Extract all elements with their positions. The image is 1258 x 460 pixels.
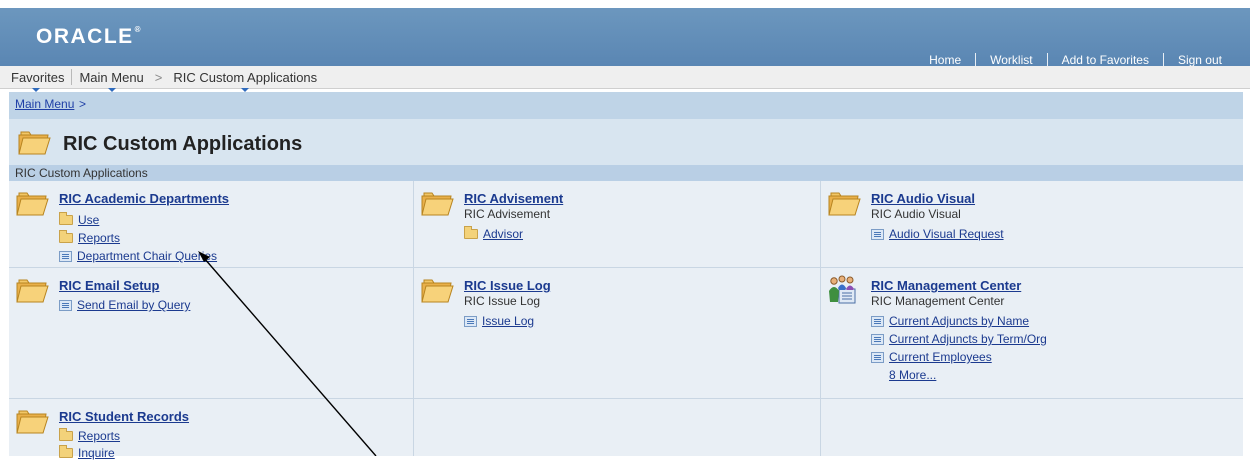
link-audio-visual-request[interactable]: Audio Visual Request — [871, 227, 1004, 241]
breadcrumb: Main Menu > — [9, 92, 1243, 119]
component-icon — [464, 315, 477, 327]
page-title: RIC Custom Applications — [63, 133, 303, 155]
link-current-adjuncts-by-name[interactable]: Current Adjuncts by Name — [871, 314, 1029, 328]
dropdown-indicator-icon — [107, 87, 116, 92]
empty-tile — [821, 399, 1243, 456]
menu-path-separator: > — [154, 69, 163, 85]
component-icon — [871, 333, 884, 345]
tile-title-link[interactable]: RIC Audio Visual — [871, 191, 975, 206]
folder-icon — [59, 428, 73, 441]
people-icon — [829, 275, 856, 304]
link-advisor[interactable]: Advisor — [464, 226, 523, 241]
folder-icon — [828, 192, 861, 216]
more-link[interactable]: 8 More... — [889, 368, 936, 382]
tile-description: RIC Issue Log — [464, 294, 541, 308]
link-send-email-by-query[interactable]: Send Email by Query — [59, 298, 190, 312]
component-icon — [59, 250, 72, 262]
tile-email-setup: RIC Email Setup Send Email by Query — [9, 268, 414, 399]
folder-icon — [421, 192, 454, 216]
link-reports[interactable]: Reports — [59, 230, 120, 245]
page-header: RIC Custom Applications — [9, 119, 1243, 165]
oracle-header-banner: ORACLE® Home Worklist Add to Favorites S… — [0, 8, 1250, 67]
folder-grid: RIC Academic Departments Use Reports Dep… — [9, 181, 1243, 460]
link-reports[interactable]: Reports — [59, 428, 120, 443]
worklist-link[interactable]: Worklist — [976, 53, 1046, 67]
breadcrumb-main-menu-link[interactable]: Main Menu — [15, 97, 74, 111]
folder-icon — [16, 410, 49, 434]
tile-description: RIC Management Center — [871, 294, 1005, 308]
tile-title-link[interactable]: RIC Advisement — [464, 191, 563, 206]
dropdown-indicator-icon — [241, 87, 250, 92]
empty-tile — [414, 399, 821, 456]
tile-title-link[interactable]: RIC Management Center — [871, 278, 1021, 293]
link-current-employees[interactable]: Current Employees — [871, 350, 992, 364]
tile-issue-log: RIC Issue Log RIC Issue Log Issue Log — [414, 268, 821, 399]
oracle-logo: ORACLE® — [36, 25, 141, 48]
tile-description: RIC Audio Visual — [871, 207, 961, 221]
tile-title-link[interactable]: RIC Email Setup — [59, 278, 159, 293]
tile-advisement: RIC Advisement RIC Advisement Advisor — [414, 181, 821, 268]
favorites-menu[interactable]: Favorites — [0, 70, 71, 92]
link-use[interactable]: Use — [59, 212, 99, 227]
tile-academic-departments: RIC Academic Departments Use Reports Dep… — [9, 181, 414, 268]
top-navigation: Home Worklist Add to Favorites Sign out — [915, 53, 1236, 67]
component-icon — [59, 299, 72, 311]
folder-icon — [421, 279, 454, 303]
folder-icon — [464, 226, 478, 239]
breadcrumb-separator: > — [79, 97, 87, 111]
tile-student-records: RIC Student Records Reports Inquire — [9, 399, 414, 460]
link-inquire[interactable]: Inquire — [59, 445, 115, 460]
tile-title-link[interactable]: RIC Issue Log — [464, 278, 551, 293]
folder-icon — [16, 279, 49, 303]
add-to-favorites-link[interactable]: Add to Favorites — [1048, 53, 1163, 67]
tile-description: RIC Advisement — [464, 207, 551, 221]
ric-custom-applications-menu[interactable]: RIC Custom Applications — [166, 70, 324, 92]
link-current-adjuncts-by-term-org[interactable]: Current Adjuncts by Term/Org — [871, 332, 1047, 346]
tile-audio-visual: RIC Audio Visual RIC Audio Visual Audio … — [821, 181, 1243, 268]
section-label-bar: RIC Custom Applications — [9, 165, 1243, 181]
main-menu[interactable]: Main Menu — [72, 70, 150, 92]
sign-out-link[interactable]: Sign out — [1164, 53, 1236, 67]
home-link[interactable]: Home — [915, 53, 975, 67]
folder-icon — [59, 212, 73, 225]
link-issue-log[interactable]: Issue Log — [464, 314, 534, 328]
menu-bar: Favorites Main Menu > RIC Custom Applica… — [0, 66, 1250, 92]
dropdown-indicator-icon — [31, 87, 40, 92]
component-icon — [871, 351, 884, 363]
tile-title-link[interactable]: RIC Student Records — [59, 409, 189, 424]
component-icon — [871, 315, 884, 327]
link-department-chair-queries[interactable]: Department Chair Queries — [59, 249, 217, 263]
folder-icon — [59, 230, 73, 243]
component-icon — [871, 228, 884, 240]
folder-icon — [18, 131, 51, 155]
tile-management-center: RIC Management Center RIC Management Cen… — [821, 268, 1243, 399]
folder-icon — [59, 445, 73, 458]
folder-icon — [16, 192, 49, 216]
tile-title-link[interactable]: RIC Academic Departments — [59, 191, 229, 206]
